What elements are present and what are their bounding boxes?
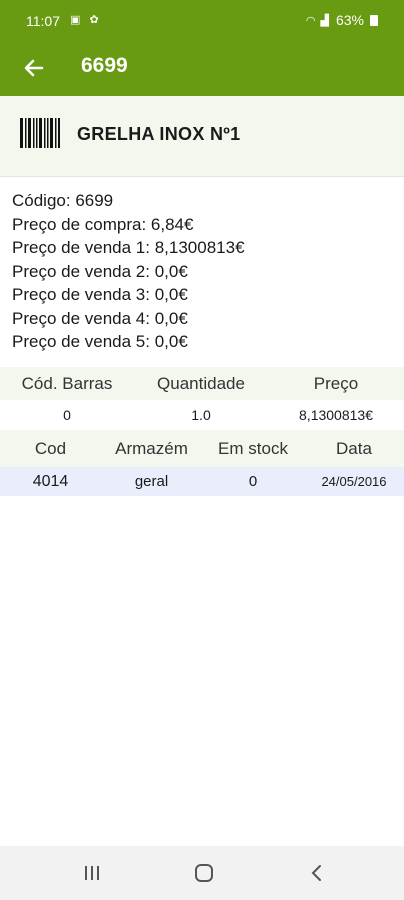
column-header-date: Data (336, 438, 372, 458)
detail-sale-price-5: Preço de venda 5: 0,0€ (12, 332, 188, 351)
notification-icons: ▣ ✿ (70, 14, 102, 26)
barcode-icon (20, 118, 60, 148)
status-right: ◠ ▟ 63% (306, 12, 378, 28)
cell-cod: 4014 (32, 472, 69, 490)
column-header-price: Preço (313, 373, 359, 393)
home-button[interactable] (190, 860, 218, 886)
back-button[interactable] (18, 52, 50, 84)
detail-code: Código: 6699 (12, 191, 114, 210)
status-time: 11:07 (26, 13, 60, 29)
recent-apps-icon (85, 866, 99, 880)
column-header-barcode: Cód. Barras (21, 373, 113, 393)
status-bar: 11:07 ▣ ✿ ◠ ▟ 63% (0, 0, 404, 40)
battery-level: 63% (335, 12, 364, 28)
column-header-warehouse: Armazém (115, 438, 188, 458)
app-bar: 6699 (0, 40, 404, 96)
cell-date: 24/05/2016 (321, 474, 387, 489)
detail-sale-price-2: Preço de venda 2: 0,0€ (12, 261, 188, 281)
column-header-in-stock: Em stock (218, 438, 288, 458)
cell-in-stock: 0 (248, 473, 258, 490)
column-header-quantity: Quantidade (157, 373, 245, 393)
detail-sale-price-3: Preço de venda 3: 0,0€ (12, 285, 188, 304)
page-title: 6699 (81, 54, 128, 77)
cell-barcode: 0 (63, 407, 71, 423)
arrow-left-icon (24, 59, 44, 77)
stock-table-header: Cod Armazém Em stock Data (0, 430, 404, 467)
product-header: GRELHA INOX Nº1 (0, 96, 404, 177)
cell-warehouse: geral (134, 473, 169, 490)
column-header-cod: Cod (34, 438, 67, 458)
system-back-button[interactable] (303, 860, 331, 886)
barcode-table-header: Cód. Barras Quantidade Preço (0, 367, 404, 400)
cell-quantity: 1.0 (191, 407, 211, 423)
product-details: Código: 6699 Preço de compra: 6,84€ Preç… (12, 189, 245, 354)
system-nav-bar (0, 846, 404, 900)
signal-icon: ◠ ▟ (305, 14, 330, 27)
table-row[interactable]: 0 1.0 8,1300813€ (0, 400, 404, 430)
detail-sale-price-4: Preço de venda 4: 0,0€ (12, 308, 188, 328)
chevron-left-icon (311, 865, 321, 881)
detail-purchase-price: Preço de compra: 6,84€ (12, 214, 194, 234)
table-row[interactable]: 4014 geral 0 24/05/2016 (0, 467, 404, 496)
recent-apps-button[interactable] (78, 860, 106, 886)
product-name: GRELHA INOX Nº1 (77, 124, 241, 144)
cell-price: 8,1300813€ (299, 407, 373, 423)
home-icon (195, 864, 213, 882)
detail-sale-price-1: Preço de venda 1: 8,1300813€ (12, 238, 245, 257)
battery-icon (370, 14, 378, 26)
